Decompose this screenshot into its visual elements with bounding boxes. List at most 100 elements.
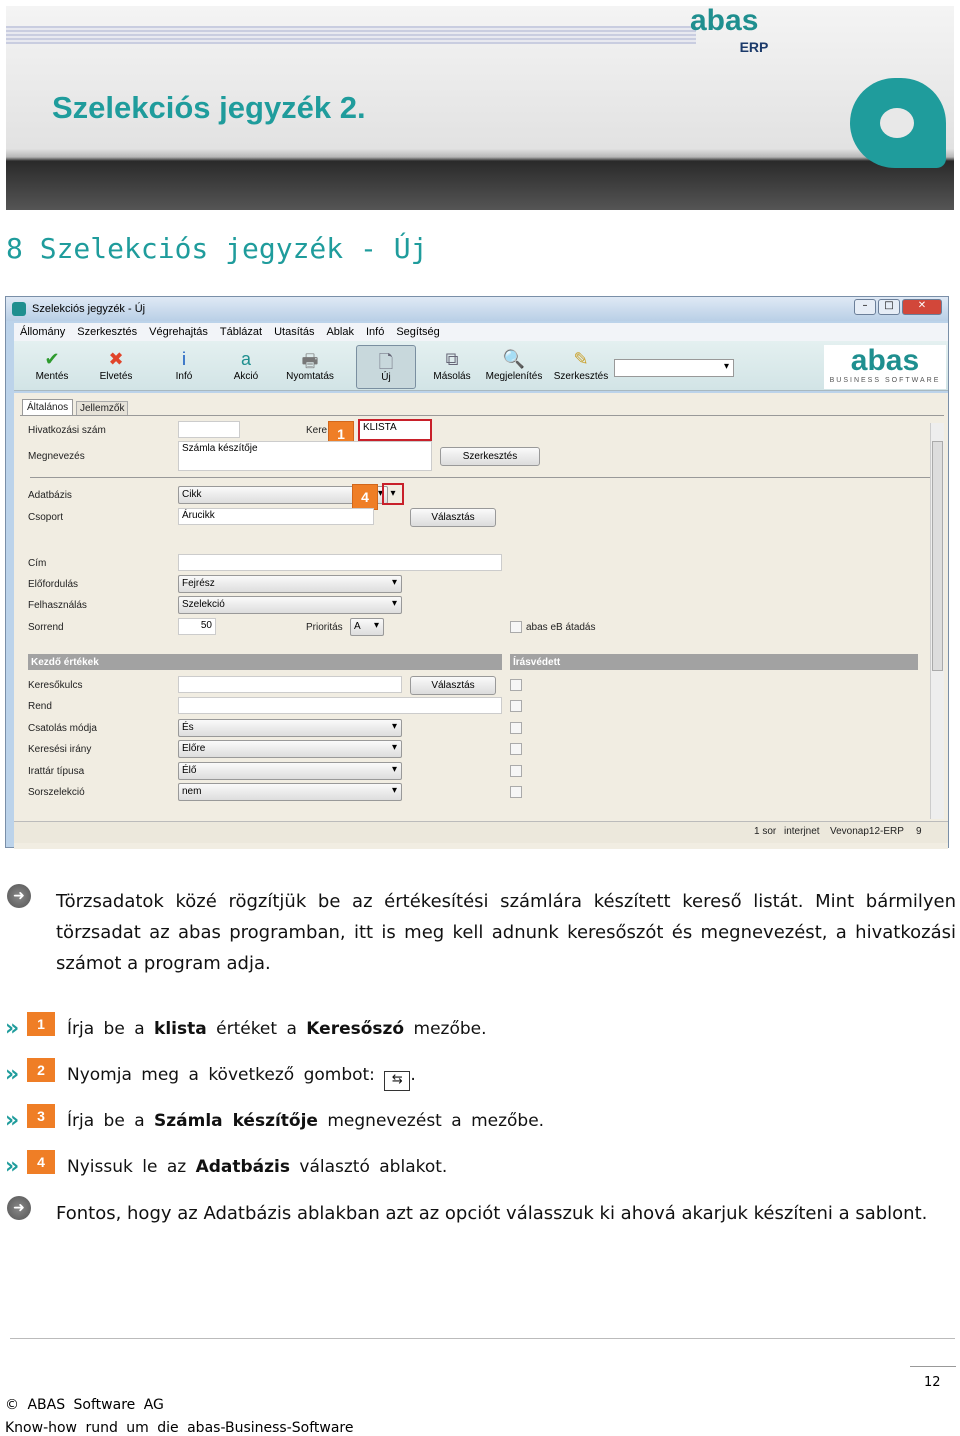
irasvedett-checkbox[interactable] (510, 764, 522, 777)
logo-sub: ERP (739, 39, 769, 55)
maximize-button[interactable]: □ (878, 299, 900, 315)
tab-jellemzok[interactable]: Jellemzők (76, 401, 129, 416)
label-sorrend: Sorrend (28, 622, 64, 633)
felhasznalas-select[interactable]: Szelekció (178, 596, 402, 614)
hivatkozasi-szam-field[interactable] (178, 421, 240, 438)
info-icon: i (182, 349, 186, 369)
header-stripes (6, 26, 696, 44)
toolbar-check-button[interactable]: ✔ Mentés (22, 345, 82, 389)
toolbar-label: Elvetés (99, 371, 133, 382)
csoport-field[interactable]: Árucikk (178, 508, 374, 525)
label-elofordulas: Előfordulás (28, 579, 79, 590)
toolbar-copy-button[interactable]: ⧉ Másolás (422, 345, 482, 389)
label-adatbazis: Adatbázis (28, 490, 72, 501)
elofordulas-select[interactable]: Fejrész (178, 575, 402, 593)
irasvedett-checkbox[interactable] (510, 786, 522, 798)
kereso-field[interactable]: KLISTA (358, 419, 432, 441)
toolbar-new-document-button[interactable]: 🗋 Új (356, 345, 416, 389)
menu-item[interactable]: Ablak (326, 326, 354, 338)
row-select[interactable]: Előre (178, 740, 402, 759)
section-heading: 8 Szelekciós jegyzék - Új (6, 232, 428, 265)
toolbar-info-button[interactable]: i Infó (154, 345, 214, 389)
step-text-part: mezőbe. (404, 1019, 487, 1039)
row-label: Irattár típusa (28, 765, 85, 777)
row-label: Rend (28, 701, 52, 713)
menu-item[interactable]: Szerkesztés (77, 326, 137, 338)
abas-eb-checkbox[interactable] (510, 621, 522, 633)
prioritas-select[interactable]: A (350, 618, 384, 636)
step-number-badge: 2 (27, 1058, 55, 1082)
row-label: Keresési irány (28, 744, 92, 756)
toolbar-label: Mentés (35, 371, 69, 382)
irasvedett-checkbox[interactable] (510, 721, 522, 734)
chevron-bullet-icon: » (5, 1154, 20, 1179)
toolbar-label: Szerkesztés (553, 371, 609, 382)
row-select[interactable]: nem (178, 783, 402, 801)
abas-erp-logo: abas ERP (690, 6, 768, 60)
keresokulcs-valasztas-button[interactable]: Választás (410, 676, 496, 695)
abas-a-logo (850, 78, 946, 168)
csoport-valasztas-button[interactable]: Választás (410, 508, 496, 527)
app-icon (12, 302, 26, 316)
toolbar-label: Infó (175, 371, 193, 382)
abas-a-icon: a (240, 349, 252, 369)
abas-brand-logo: abas BUSINESS SOFTWARE (824, 345, 946, 389)
menu-item[interactable]: Infó (366, 326, 384, 338)
footer-divider (10, 1338, 955, 1339)
edit-icon: ✎ (573, 349, 589, 369)
step-number-badge: 3 (27, 1104, 55, 1128)
megnevezes-field[interactable]: Számla készítője (178, 441, 432, 471)
toolbar-printer-button[interactable]: 🖶 Nyomtatás (280, 345, 340, 389)
menu-item[interactable]: Segítség (396, 326, 439, 338)
step-text-part: Írja be a (67, 1019, 155, 1039)
tab-altalanos[interactable]: Általános (22, 399, 74, 416)
row-select[interactable]: És (178, 718, 402, 737)
toolbar-abas-a-button[interactable]: a Akció (216, 345, 276, 389)
status-cell: 9 (916, 826, 922, 837)
row-input[interactable] (178, 676, 402, 693)
irasvedett-checkbox[interactable] (510, 700, 522, 713)
magnifier-icon: 🔍 (502, 349, 526, 369)
label-hivatkozasi-szam: Hivatkozási szám (28, 425, 106, 436)
arrow-bullet-icon: ➜ (7, 1196, 31, 1220)
menu-item[interactable]: Táblázat (220, 326, 262, 338)
step-text: Nyomja meg a következő gombot: ⇆. (67, 1065, 416, 1091)
sorrend-field[interactable]: 50 (178, 618, 216, 635)
close-button[interactable]: ✕ (902, 299, 942, 315)
label-kereso: Kere (306, 425, 328, 436)
toolbar-edit-button[interactable]: ✎ Szerkesztés (550, 345, 612, 389)
menu-item[interactable]: Utasítás (274, 326, 314, 338)
menu-item[interactable]: Állomány (20, 326, 65, 338)
page-number: 12 (924, 1375, 941, 1390)
row-select[interactable]: Élő (178, 761, 402, 780)
label-prioritas: Prioritás (306, 622, 343, 633)
step-text: Írja be a klista értéket a Keresőszó mez… (67, 1019, 487, 1039)
intro-paragraph: Törzsadatok közé rögzítjük be az értékes… (56, 891, 956, 974)
step-text-part: Számla készítője (154, 1111, 318, 1131)
window-title: Szelekciós jegyzék - Új (32, 303, 146, 315)
adatbazis-dropdown-button[interactable]: ▾ (382, 483, 404, 505)
minimize-button[interactable]: – (854, 299, 876, 315)
callout-badge-4: 4 (352, 484, 378, 510)
chevron-bullet-icon: » (5, 1016, 20, 1041)
scrollbar[interactable] (930, 423, 944, 819)
irasvedett-checkbox[interactable] (510, 679, 522, 691)
toolbar-combo[interactable]: ▾ (614, 359, 734, 377)
chevron-bullet-icon: » (5, 1062, 20, 1087)
szerkesztes-button[interactable]: Szerkesztés (440, 447, 540, 466)
chevron-bullet-icon: » (5, 1108, 20, 1133)
label-csoport: Csoport (28, 512, 64, 523)
toolbar: ✔ Mentés ✖ Elvetés i Infó a Akció 🖶 Nyomtatás 🗋 Új ⧉… (14, 341, 948, 391)
row-input[interactable] (178, 697, 502, 715)
cim-field[interactable] (178, 554, 502, 571)
toolbar-magnifier-button[interactable]: 🔍 Megjelenítés (484, 345, 544, 389)
footer-tagline: Know-how rund um die abas-Business-Softw… (5, 1420, 354, 1436)
irasvedett-checkbox[interactable] (510, 743, 522, 756)
menu-item[interactable]: Végrehajtás (149, 326, 208, 338)
toolbar-x-button[interactable]: ✖ Elvetés (86, 345, 146, 389)
label-felhasznalas: Felhasználás (28, 600, 87, 611)
toolbar-label: Másolás (433, 371, 471, 382)
x-icon: ✖ (108, 349, 124, 369)
status-cell: Vevonap12-ERP (830, 826, 904, 837)
step-text: Nyissuk le az Adatbázis választó ablakot… (67, 1157, 447, 1177)
